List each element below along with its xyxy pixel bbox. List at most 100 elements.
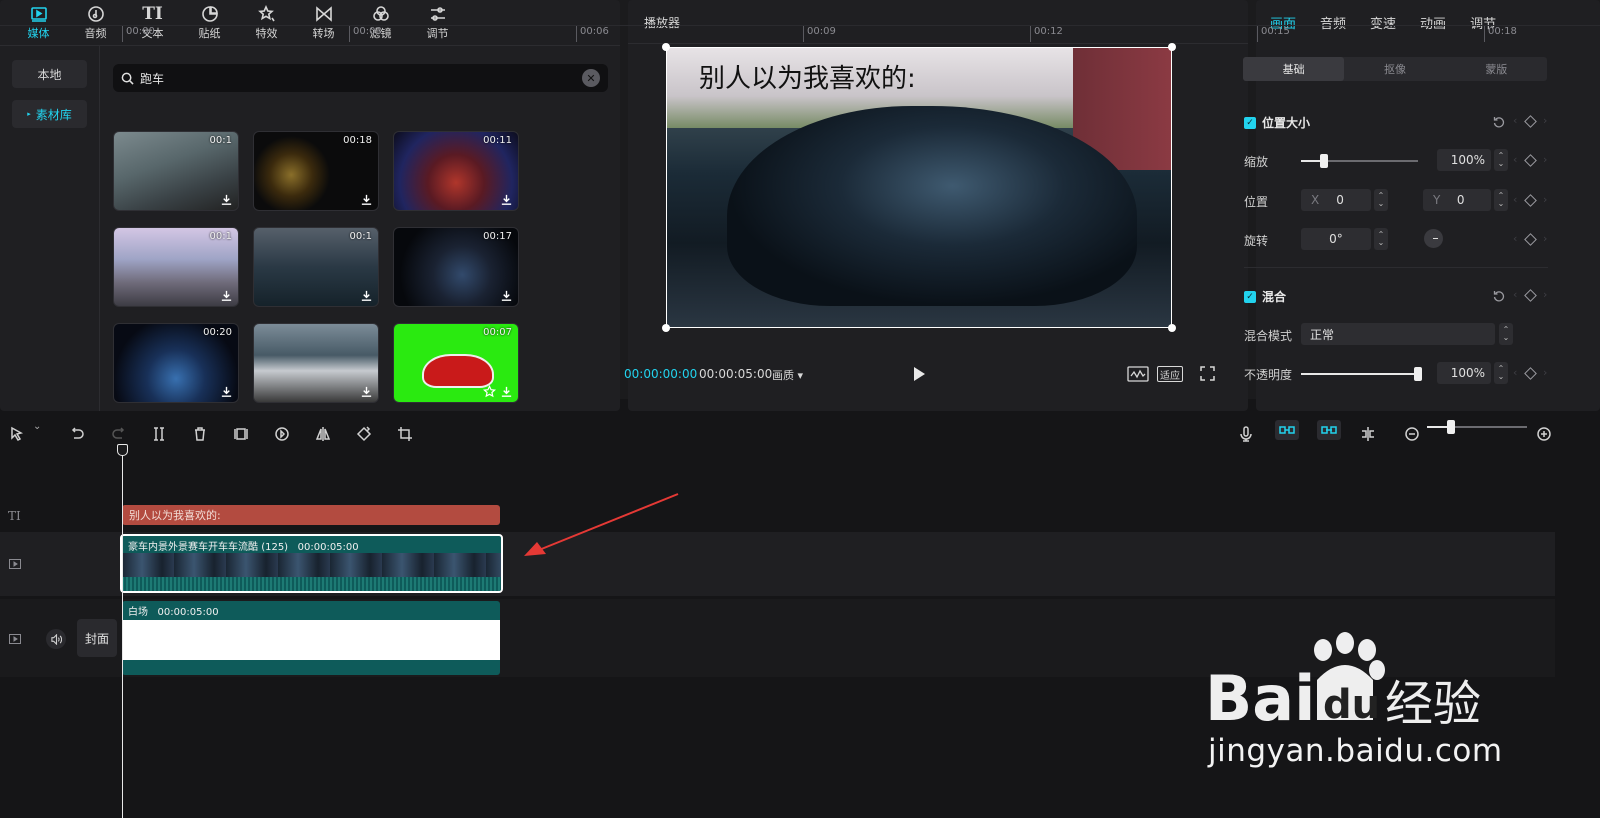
preview-axis-button[interactable]	[1360, 426, 1376, 442]
zoom-slider-knob[interactable]	[1447, 420, 1455, 434]
position-y-input[interactable]: Y0	[1423, 189, 1491, 211]
blend-mode-select[interactable]: 正常	[1301, 323, 1495, 345]
download-icon[interactable]	[360, 193, 373, 206]
download-icon[interactable]	[500, 193, 513, 206]
media-thumbnail[interactable]: 00:1	[113, 131, 239, 211]
download-icon[interactable]	[500, 385, 513, 398]
zoom-slider[interactable]	[1427, 420, 1527, 434]
chevron-right-icon[interactable]: ›	[1543, 193, 1547, 206]
position-x-stepper[interactable]: ⌃ ⌄	[1374, 189, 1388, 211]
chevron-left-icon[interactable]: ‹	[1513, 153, 1517, 166]
waveform-icon[interactable]	[1127, 366, 1149, 382]
download-icon[interactable]	[220, 193, 233, 206]
scale-stepper[interactable]: ⌃ ⌄	[1494, 149, 1508, 171]
scale-input[interactable]: 100%	[1437, 149, 1491, 171]
split-button[interactable]	[151, 426, 167, 442]
position-x-input[interactable]: X0	[1301, 189, 1371, 211]
search-input[interactable]	[140, 71, 576, 85]
rotate-stepper[interactable]: ⌃ ⌄	[1374, 228, 1388, 250]
chevron-right-icon[interactable]: ›	[1543, 232, 1547, 245]
resize-handle[interactable]	[1168, 324, 1176, 332]
media-thumbnail[interactable]: 00:17	[393, 227, 519, 307]
subtab-keying[interactable]: 抠像	[1344, 57, 1445, 81]
media-thumbnail[interactable]	[253, 323, 379, 403]
media-thumbnail[interactable]: 00:1	[113, 227, 239, 307]
rotate-dial[interactable]	[1424, 229, 1443, 248]
mute-button[interactable]	[46, 629, 66, 649]
opacity-slider-knob[interactable]	[1414, 367, 1422, 381]
redo-button[interactable]	[111, 426, 127, 442]
chevron-right-icon[interactable]: ›	[1543, 153, 1547, 166]
resize-handle[interactable]	[662, 43, 670, 51]
checkbox-icon[interactable]: ✓	[1244, 116, 1256, 129]
playhead-line[interactable]	[122, 444, 123, 818]
reset-icon[interactable]	[1493, 290, 1505, 302]
position-size-section[interactable]: ✓ 位置大小	[1244, 114, 1310, 131]
media-thumbnail[interactable]: 00:18	[253, 131, 379, 211]
blend-mode-stepper[interactable]: ⌃ ⌄	[1499, 323, 1513, 345]
preview-canvas[interactable]: 别人以为我喜欢的:	[666, 47, 1172, 328]
select-tool-button[interactable]	[9, 426, 25, 442]
download-icon[interactable]	[220, 385, 233, 398]
sidebar-item-library[interactable]: ▸ 素材库	[12, 100, 87, 128]
fullscreen-icon[interactable]	[1200, 366, 1215, 381]
reset-icon[interactable]	[1493, 116, 1505, 128]
chevron-down-icon[interactable]: ⌄	[33, 421, 41, 432]
chevron-right-icon[interactable]: ›	[1543, 366, 1547, 379]
record-audio-button[interactable]	[1238, 426, 1254, 442]
text-clip[interactable]: 别人以为我喜欢的:	[122, 505, 500, 525]
scale-slider[interactable]	[1301, 154, 1418, 168]
quality-dropdown[interactable]: 画质 ▾	[772, 367, 803, 383]
zoom-out-button[interactable]	[1404, 426, 1420, 442]
opacity-slider[interactable]	[1301, 367, 1422, 381]
chevron-right-icon[interactable]: ›	[1543, 288, 1547, 301]
rotate-input[interactable]: 0°	[1301, 228, 1371, 250]
cover-button[interactable]: 封面	[77, 619, 117, 657]
playhead-handle[interactable]	[117, 444, 128, 456]
chevron-right-icon[interactable]: ›	[1543, 114, 1547, 127]
undo-button[interactable]	[69, 426, 85, 442]
blend-section[interactable]: ✓ 混合	[1244, 288, 1286, 305]
resize-handle[interactable]	[662, 324, 670, 332]
white-clip[interactable]: 白场 00:00:05:00	[122, 601, 500, 675]
subtab-mask[interactable]: 蒙版	[1446, 57, 1547, 81]
sidebar-item-local[interactable]: 本地	[12, 60, 87, 88]
chevron-left-icon[interactable]: ‹	[1513, 288, 1517, 301]
subtab-basic[interactable]: 基础	[1243, 57, 1345, 81]
media-thumbnail[interactable]: 00:07	[393, 323, 519, 403]
zoom-in-button[interactable]	[1536, 426, 1552, 442]
preview-overlay-text[interactable]: 别人以为我喜欢的:	[699, 58, 916, 95]
download-icon[interactable]	[220, 289, 233, 302]
media-thumbnail[interactable]: 00:20	[113, 323, 239, 403]
chevron-left-icon[interactable]: ‹	[1513, 366, 1517, 379]
scale-slider-knob[interactable]	[1320, 154, 1328, 168]
download-icon[interactable]	[500, 289, 513, 302]
crop-button[interactable]	[397, 426, 413, 442]
position-y-stepper[interactable]: ⌃ ⌄	[1494, 189, 1508, 211]
chevron-left-icon[interactable]: ‹	[1513, 193, 1517, 206]
fit-ratio-button[interactable]: 适应	[1157, 366, 1183, 382]
media-thumbnail[interactable]: 00:1	[253, 227, 379, 307]
resize-handle[interactable]	[1168, 43, 1176, 51]
freeze-button[interactable]	[233, 426, 249, 442]
chevron-left-icon[interactable]: ‹	[1513, 114, 1517, 127]
close-icon: ✕	[586, 71, 596, 85]
reverse-button[interactable]	[274, 426, 290, 442]
opacity-input[interactable]: 100%	[1437, 362, 1491, 384]
media-thumbnail[interactable]: 00:11	[393, 131, 519, 211]
video-clip[interactable]: 豪车内景外景赛车开车车流酷 (125) 00:00:05:00	[120, 534, 503, 593]
magnet-snap-button[interactable]	[1275, 420, 1299, 440]
mirror-button[interactable]	[315, 426, 331, 442]
download-icon[interactable]	[360, 385, 373, 398]
opacity-stepper[interactable]: ⌃ ⌄	[1494, 362, 1508, 384]
checkbox-icon[interactable]: ✓	[1244, 290, 1256, 303]
star-icon[interactable]	[483, 385, 496, 398]
delete-button[interactable]	[192, 426, 208, 442]
chevron-left-icon[interactable]: ‹	[1513, 232, 1517, 245]
play-icon[interactable]	[912, 366, 926, 382]
rotate-button[interactable]	[356, 426, 372, 442]
timeline-ruler[interactable]: 00:00 00:03 00:06 00:09 00:12 00:15 00:1…	[120, 26, 1560, 42]
clear-search-button[interactable]: ✕	[582, 69, 600, 87]
download-icon[interactable]	[360, 289, 373, 302]
linkage-button[interactable]	[1317, 420, 1341, 440]
